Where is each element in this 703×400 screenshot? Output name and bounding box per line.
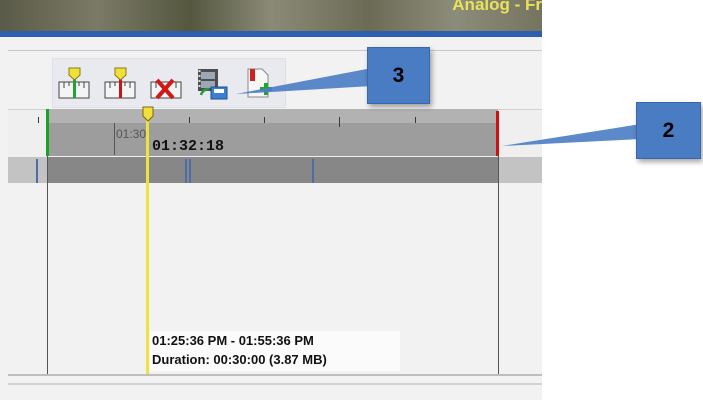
callout-pointers [236,68,641,146]
callout-3: 3 [367,47,430,104]
callout-2-pointer [502,124,641,146]
callout-3-pointer [236,68,372,94]
callout-2: 2 [636,102,701,159]
